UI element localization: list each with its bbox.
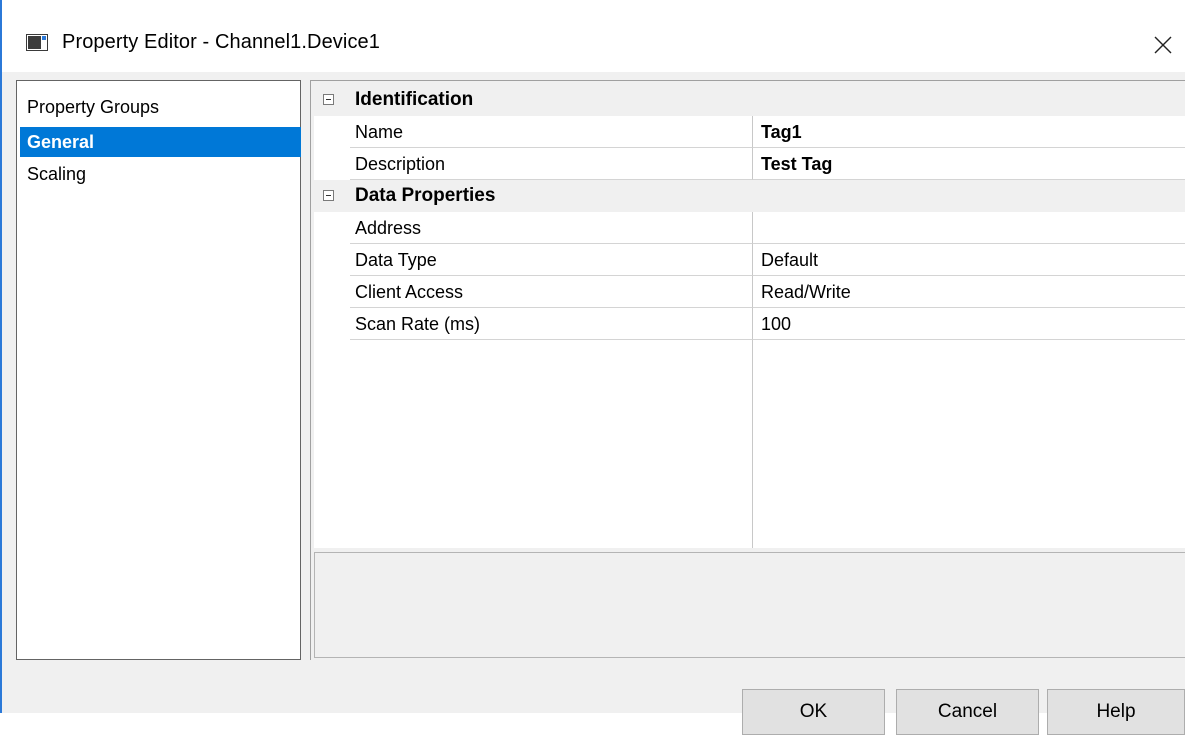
- property-grid-table: Identification Name Tag1 Description Tes…: [314, 84, 1185, 548]
- column-divider[interactable]: [752, 340, 753, 548]
- property-name: Client Access: [350, 276, 752, 308]
- property-row-description[interactable]: Description Test Tag: [314, 148, 1185, 180]
- ok-button[interactable]: OK: [742, 689, 885, 735]
- group-item-general[interactable]: General: [20, 127, 301, 157]
- description-pane: [314, 552, 1185, 658]
- property-value[interactable]: [752, 212, 1185, 244]
- property-value[interactable]: Test Tag: [752, 148, 1185, 180]
- property-groups-header: Property Groups: [27, 97, 160, 117]
- property-value[interactable]: Default: [752, 244, 1185, 276]
- property-value[interactable]: 100: [752, 308, 1185, 340]
- category-label: Data Properties: [355, 185, 496, 206]
- property-row-scan-rate[interactable]: Scan Rate (ms) 100: [314, 308, 1185, 340]
- property-name: Data Type: [350, 244, 752, 276]
- category-identification[interactable]: Identification: [314, 84, 1185, 116]
- dialog-body: Property Groups General Scaling Identifi…: [2, 72, 1185, 735]
- property-row-address[interactable]: Address: [314, 212, 1185, 244]
- property-name: Name: [350, 116, 752, 148]
- collapse-icon[interactable]: [323, 94, 334, 105]
- property-row-client-access[interactable]: Client Access Read/Write: [314, 276, 1185, 308]
- title-bar[interactable]: Property Editor - Channel1.Device1: [2, 0, 1185, 72]
- property-row-name[interactable]: Name Tag1: [314, 116, 1185, 148]
- property-name: Scan Rate (ms): [350, 308, 752, 340]
- cancel-button[interactable]: Cancel: [896, 689, 1039, 735]
- category-label: Identification: [355, 89, 474, 110]
- property-groups-list[interactable]: Property Groups General Scaling: [16, 80, 301, 660]
- group-item-scaling[interactable]: Scaling: [20, 159, 301, 189]
- window-title: Property Editor - Channel1.Device1: [62, 31, 380, 53]
- collapse-icon[interactable]: [323, 190, 334, 201]
- close-icon[interactable]: [1142, 26, 1182, 62]
- property-name: Description: [350, 148, 752, 180]
- property-name: Address: [350, 212, 752, 244]
- property-grid: Identification Name Tag1 Description Tes…: [310, 80, 1185, 660]
- property-value[interactable]: Tag1: [752, 116, 1185, 148]
- category-data-properties[interactable]: Data Properties: [314, 180, 1185, 212]
- help-button[interactable]: Help: [1047, 689, 1185, 735]
- property-value[interactable]: Read/Write: [752, 276, 1185, 308]
- property-row-data-type[interactable]: Data Type Default: [314, 244, 1185, 276]
- app-window-icon: [26, 34, 48, 51]
